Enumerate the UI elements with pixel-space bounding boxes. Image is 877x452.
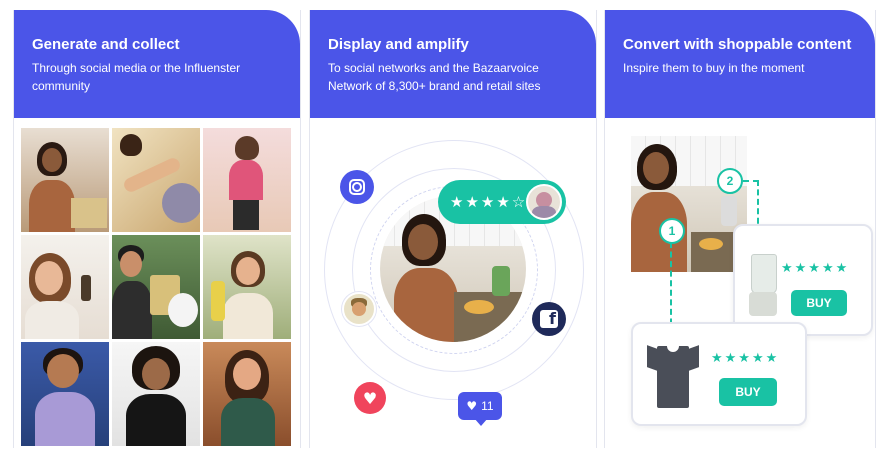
blender-icon <box>749 254 777 316</box>
heart-icon: ♥ <box>466 399 478 413</box>
panel-title: Generate and collect <box>32 36 180 53</box>
buy-button[interactable]: BUY <box>791 290 847 316</box>
buy-button[interactable]: BUY <box>719 378 777 406</box>
panel-subtitle: Through social media or the Influenster … <box>32 61 241 93</box>
reviewer-avatar <box>526 184 562 220</box>
heart-icon[interactable]: ♥ <box>354 382 386 414</box>
panel-header: Convert with shoppable content Inspire t… <box>605 10 875 118</box>
ugc-photo <box>203 342 291 446</box>
ugc-photo <box>112 342 200 446</box>
ugc-photo <box>21 342 109 446</box>
panel-header: Display and amplify To social networks a… <box>310 10 596 118</box>
panel-subtitle: To social networks and the Bazaarvoice N… <box>328 61 541 93</box>
ugc-photo <box>203 128 291 232</box>
rating-stars: ★★★★☆ <box>450 194 528 211</box>
step-marker[interactable]: 1 <box>659 218 685 244</box>
panel-title: Display and amplify <box>328 36 469 53</box>
panel-title: Convert with shoppable content <box>623 36 852 53</box>
ugc-photo <box>203 235 291 339</box>
ugc-photo <box>21 235 109 339</box>
product-card[interactable]: ★★★★★ BUY <box>631 322 807 426</box>
step-marker[interactable]: 2 <box>717 168 743 194</box>
ugc-photo <box>21 128 109 232</box>
ugc-photo-grid <box>21 128 291 446</box>
panel-subtitle: Inspire them to buy in the moment <box>623 61 805 75</box>
product-card[interactable]: ★★★★★ BUY <box>733 224 873 336</box>
shoppable-photo <box>631 136 747 272</box>
user-avatar <box>342 292 376 326</box>
like-badge-pointer <box>474 418 488 426</box>
product-rating: ★★★★★ <box>711 350 780 365</box>
facebook-icon[interactable]: f <box>532 302 566 336</box>
rating-card: ★★★★☆ <box>438 180 566 224</box>
instagram-icon[interactable] <box>340 170 374 204</box>
product-rating: ★★★★★ <box>781 260 850 275</box>
generate-collect-panel: Generate and collect Through social medi… <box>13 10 301 448</box>
connector-line <box>670 242 672 334</box>
panel-header: Generate and collect Through social medi… <box>14 10 300 118</box>
like-badge[interactable]: ♥ 11 <box>458 392 502 420</box>
tshirt-icon <box>647 345 699 408</box>
ugc-photo <box>112 235 200 339</box>
ugc-photo <box>112 128 200 232</box>
like-count: 11 <box>481 399 494 413</box>
convert-shoppable-panel: Convert with shoppable content Inspire t… <box>604 10 876 448</box>
display-amplify-panel: Display and amplify To social networks a… <box>309 10 597 448</box>
